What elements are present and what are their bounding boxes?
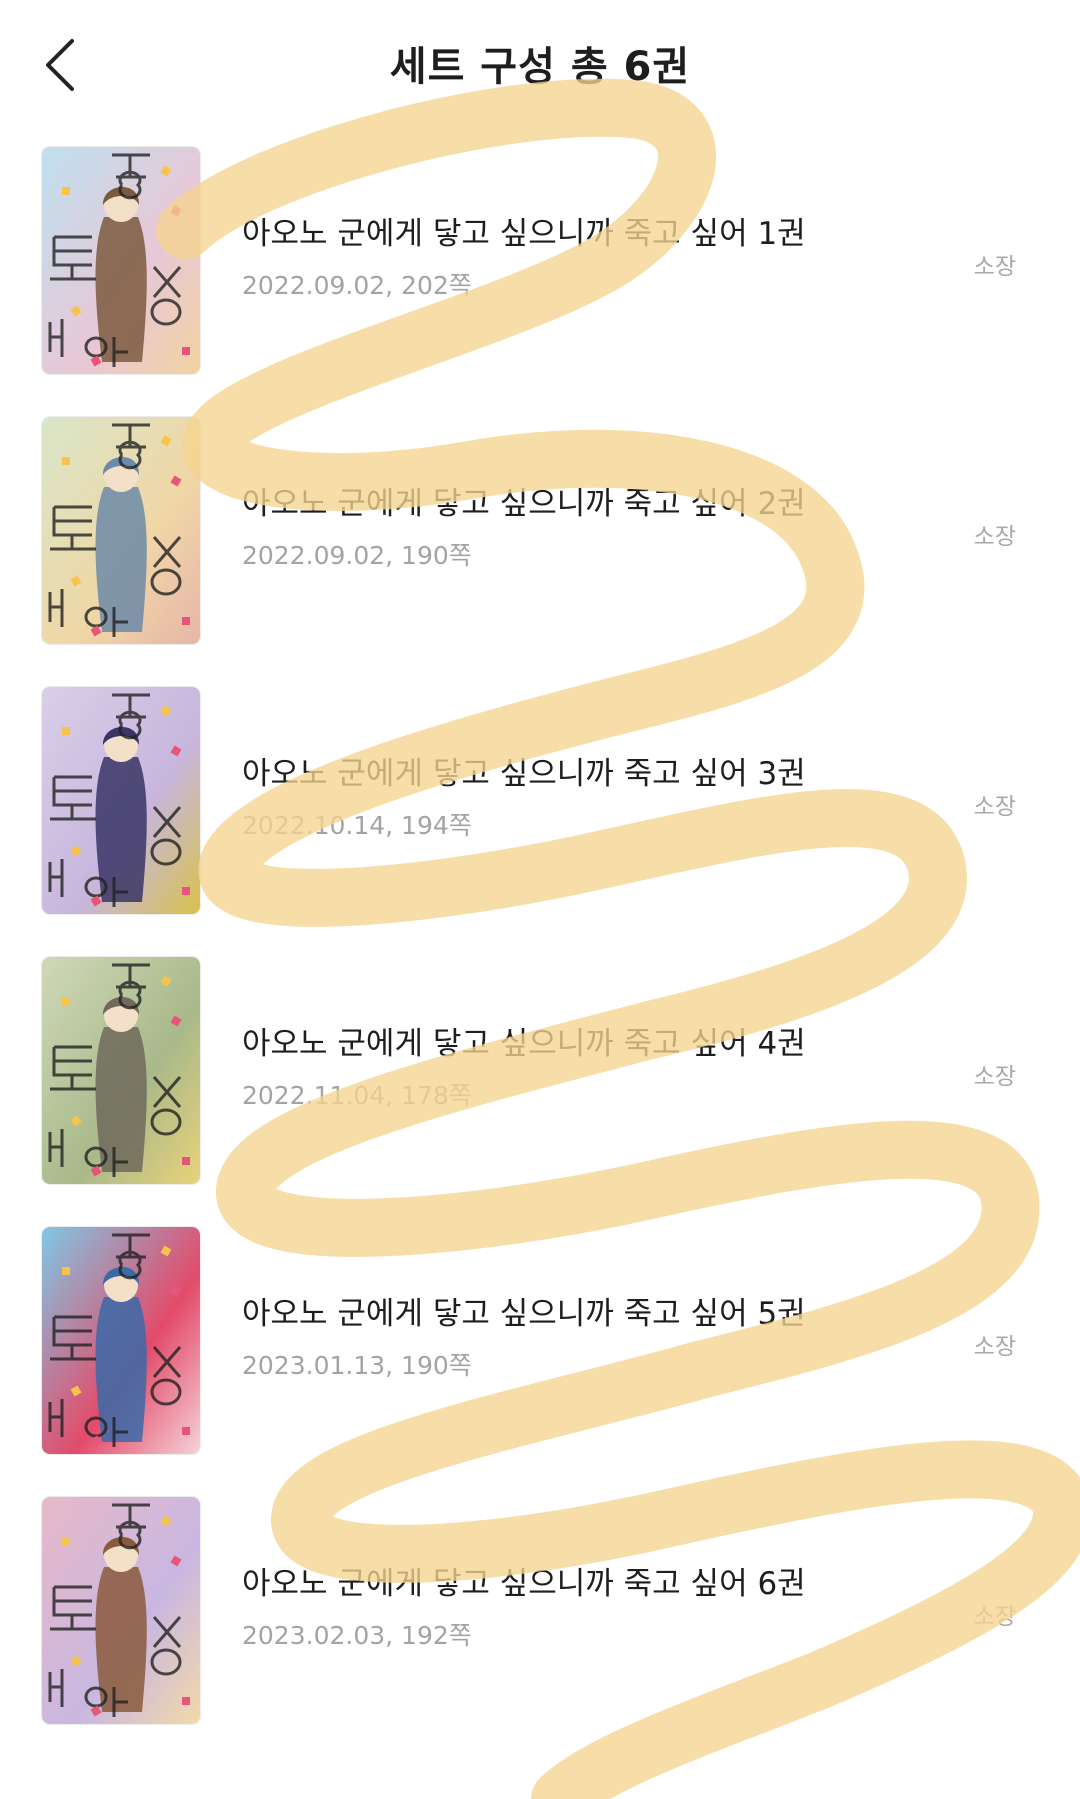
owned-status-badge: 소장 (973, 524, 1016, 550)
cover-art (42, 957, 200, 1184)
owned-status-badge: 소장 (973, 1604, 1016, 1630)
cover-art (42, 687, 200, 914)
book-cover[interactable] (42, 687, 200, 914)
cover-art (42, 147, 200, 374)
list-item[interactable]: 아오노 군에게 닿고 싶으니까 죽고 싶어 4권 2022.11.04, 178… (0, 956, 1080, 1226)
page-title: 세트 구성 총 6권 (389, 44, 691, 90)
book-title[interactable]: 아오노 군에게 닿고 싶으니까 죽고 싶어 3권 (242, 748, 806, 793)
book-meta: 2023.01.13, 190쪽 (242, 1351, 472, 1380)
list-item[interactable]: 아오노 군에게 닿고 싶으니까 죽고 싶어 3권 2022.10.14, 194… (0, 686, 1080, 956)
cover-art (42, 1497, 200, 1724)
book-meta: 2022.11.04, 178쪽 (242, 1081, 472, 1110)
owned-status-badge: 소장 (973, 1064, 1016, 1090)
book-cover[interactable] (42, 957, 200, 1184)
book-meta: 2023.02.03, 192쪽 (242, 1621, 472, 1650)
book-cover[interactable] (42, 1497, 200, 1724)
owned-status-badge: 소장 (973, 254, 1016, 280)
book-meta: 2022.10.14, 194쪽 (242, 811, 472, 840)
book-cover[interactable] (42, 1227, 200, 1454)
list-item[interactable]: 아오노 군에게 닿고 싶으니까 죽고 싶어 5권 2023.01.13, 190… (0, 1226, 1080, 1496)
book-title[interactable]: 아오노 군에게 닿고 싶으니까 죽고 싶어 5권 (242, 1288, 806, 1333)
book-cover[interactable] (42, 417, 200, 644)
cover-art (42, 1227, 200, 1454)
book-title[interactable]: 아오노 군에게 닿고 싶으니까 죽고 싶어 4권 (242, 1018, 806, 1063)
book-cover[interactable] (42, 147, 200, 374)
app-header: 세트 구성 총 6권 (0, 0, 1080, 130)
owned-status-badge: 소장 (973, 1334, 1016, 1360)
cover-art (42, 417, 200, 644)
owned-status-badge: 소장 (973, 794, 1016, 820)
book-title[interactable]: 아오노 군에게 닿고 싶으니까 죽고 싶어 2권 (242, 478, 806, 523)
list-item[interactable]: 아오노 군에게 닿고 싶으니까 죽고 싶어 2권 2022.09.02, 190… (0, 416, 1080, 686)
book-title[interactable]: 아오노 군에게 닿고 싶으니까 죽고 싶어 1권 (242, 208, 806, 253)
book-meta: 2022.09.02, 190쪽 (242, 541, 472, 570)
list-item[interactable]: 아오노 군에게 닿고 싶으니까 죽고 싶어 6권 2023.02.03, 192… (0, 1496, 1080, 1766)
book-title[interactable]: 아오노 군에게 닿고 싶으니까 죽고 싶어 6권 (242, 1558, 806, 1603)
book-meta: 2022.09.02, 202쪽 (242, 271, 472, 300)
list-item[interactable]: 아오노 군에게 닿고 싶으니까 죽고 싶어 1권 2022.09.02, 202… (0, 146, 1080, 416)
book-list: 아오노 군에게 닿고 싶으니까 죽고 싶어 1권 2022.09.02, 202… (0, 146, 1080, 1766)
